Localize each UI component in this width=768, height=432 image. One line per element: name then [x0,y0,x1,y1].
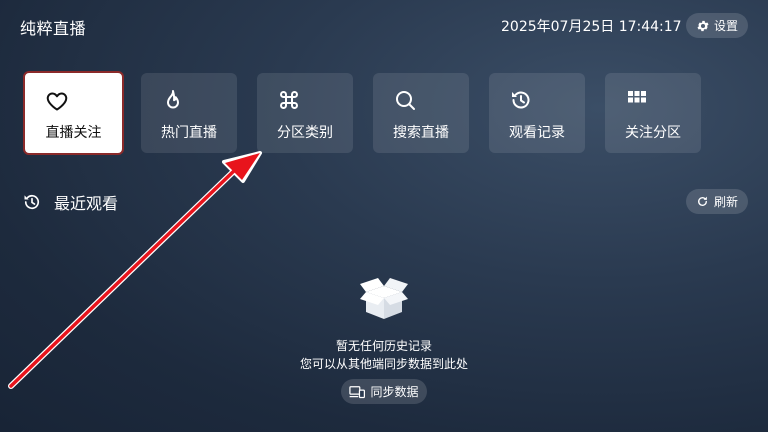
refresh-icon [698,196,707,206]
sync-data-button[interactable]: 同步数据 [341,379,427,404]
tile-label: 分区类别 [277,125,333,141]
settings-button[interactable]: 设置 [686,13,748,38]
refresh-button[interactable]: 刷新 [686,189,748,214]
grid-icon [628,91,646,103]
app-title: 纯粹直播 [20,19,87,38]
tile-search-live[interactable]: 搜索直播 [373,73,469,153]
gear-icon [697,20,709,31]
tile-followed-categories[interactable]: 关注分区 [605,73,701,153]
tile-label: 观看记录 [509,125,565,141]
sync-data-label: 同步数据 [370,385,419,399]
datetime-display: 2025年07月25日 17:44:17 [501,19,682,35]
history-icon [512,91,530,109]
recent-section-header: 最近观看 [22,190,118,214]
tile-label: 关注分区 [625,125,681,141]
tile-label: 搜索直播 [393,125,449,141]
recent-section-title: 最近观看 [54,194,119,213]
empty-title: 暂无任何历史记录 [335,339,432,353]
tile-categories[interactable]: 分区类别 [257,73,353,153]
refresh-label: 刷新 [713,195,738,209]
tile-label: 热门直播 [161,125,217,141]
heart-icon [46,92,68,111]
tile-watch-history[interactable]: 观看记录 [489,73,585,153]
search-icon [396,91,415,110]
history-icon [24,194,40,210]
empty-box-icon [360,278,408,319]
command-icon [280,91,298,109]
tile-label: 直播关注 [45,125,102,141]
tile-follow-live[interactable]: 直播关注 [23,71,124,155]
devices-icon [349,385,366,398]
tile-hot-live[interactable]: 热门直播 [141,73,237,153]
settings-label: 设置 [713,19,738,33]
flame-icon [167,90,179,109]
empty-subtitle: 您可以从其他端同步数据到此处 [299,357,468,371]
